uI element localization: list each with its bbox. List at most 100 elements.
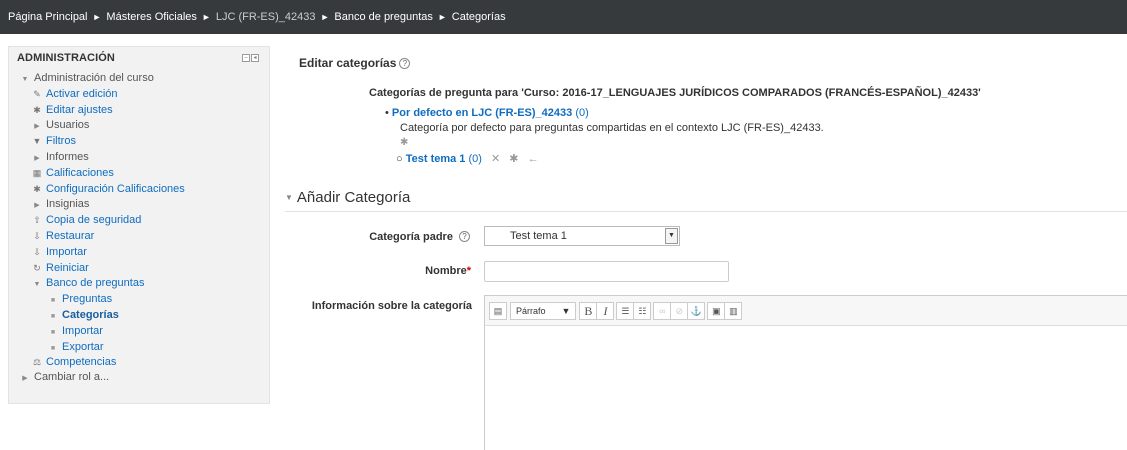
tree-item-categorias[interactable]: ■ Categorías xyxy=(9,308,269,324)
add-category-section[interactable]: ▼ Añadir Categoría xyxy=(285,189,410,206)
tree-item-calificaciones[interactable]: ▦ Calificaciones xyxy=(9,166,269,182)
page-title: Editar categorías? xyxy=(299,56,411,70)
default-category-count: (0) xyxy=(575,107,589,119)
table-icon: ▦ xyxy=(32,167,42,178)
caret-right-icon: ▶ xyxy=(34,202,40,210)
tree-item-exportar[interactable]: ■ Exportar xyxy=(9,340,269,356)
tree-item-insignias[interactable]: ▶ Insignias xyxy=(9,197,269,213)
toolbar-toggle-icon[interactable]: ▤ xyxy=(489,301,507,320)
list-group: ☰ ☷ xyxy=(616,301,652,320)
tree-item-activar-edicion[interactable]: ✎ Activar edición xyxy=(9,87,269,103)
delete-icon[interactable]: ✕ xyxy=(491,153,500,165)
administration-block: ADMINISTRACIÓN – ◂ ▼ Administración del c… xyxy=(8,46,270,404)
caret-down-icon: ▼ xyxy=(33,281,41,289)
bullet-icon: ■ xyxy=(50,312,56,320)
scale-icon: ⚖ xyxy=(32,357,42,368)
unlink-icon[interactable]: ⊘ xyxy=(670,301,689,320)
caret-right-icon: ▶ xyxy=(22,375,28,382)
gear-icon[interactable]: ✱ xyxy=(400,137,408,148)
tree-item-informes[interactable]: ▶ Informes xyxy=(9,150,269,166)
breadcrumb-masters[interactable]: Másteres Oficiales xyxy=(106,11,196,23)
tree-item-banco-preguntas[interactable]: ▼ Banco de preguntas xyxy=(9,276,269,292)
breadcrumb: Página Principal ► Másteres Oficiales ► … xyxy=(0,0,1127,34)
bullet-icon: ■ xyxy=(50,297,56,305)
bullet-icon: ■ xyxy=(50,344,56,352)
tree-item-restaurar[interactable]: ⇩ Restaurar xyxy=(9,229,269,245)
section-divider xyxy=(285,211,1127,212)
sub-category: ○ Test tema 1 (0) ✕ ✱ ← xyxy=(396,152,539,165)
sub-category-count: (0) xyxy=(468,153,482,165)
arrow-left-icon[interactable]: ← xyxy=(528,153,539,165)
bullet-icon: ■ xyxy=(50,328,56,336)
default-category: • Por defecto en LJC (FR-ES)_42433 (0) xyxy=(385,107,589,119)
tree-item-configuracion-calificaciones[interactable]: ✱ Configuración Calificaciones xyxy=(9,182,269,198)
link-icon[interactable]: ∞ xyxy=(653,301,672,320)
gear-icon: ✱ xyxy=(33,104,41,115)
link-group: ∞ ⊘ ⚓ xyxy=(653,301,706,320)
gear-icon: ✱ xyxy=(33,183,41,194)
tree-item-editar-ajustes[interactable]: ✱ Editar ajustes xyxy=(9,103,269,119)
bullet-icon: • xyxy=(385,107,389,119)
gear-icon[interactable]: ✱ xyxy=(509,153,518,165)
download-icon: ⇩ xyxy=(33,246,41,257)
caret-right-icon: ▶ xyxy=(34,154,40,162)
download-icon: ⇩ xyxy=(33,230,41,241)
block-title: ADMINISTRACIÓN xyxy=(17,52,115,64)
pencil-icon: ✎ xyxy=(33,88,41,99)
tree-item-cambiar-rol[interactable]: ▶ Cambiar rol a... xyxy=(19,371,109,383)
caret-down-icon: ▼ xyxy=(285,193,293,202)
breadcrumb-question-bank[interactable]: Banco de preguntas xyxy=(334,11,432,23)
category-heading: Categorías de pregunta para 'Curso: 2016… xyxy=(369,87,981,99)
help-icon[interactable]: ? xyxy=(459,231,470,242)
circle-bullet-icon: ○ xyxy=(396,153,403,165)
help-icon[interactable]: ? xyxy=(399,58,411,69)
anchor-icon[interactable]: ⚓ xyxy=(687,301,706,320)
dock-icon[interactable]: – xyxy=(242,54,250,62)
ordered-list-icon[interactable]: ☷ xyxy=(633,301,652,320)
breadcrumb-separator: ► xyxy=(437,12,447,22)
tree-item-reiniciar[interactable]: ↻ Reiniciar xyxy=(9,261,269,277)
media-icon[interactable]: ▥ xyxy=(724,301,743,320)
breadcrumb-course[interactable]: LJC (FR-ES)_42433 xyxy=(216,11,316,23)
name-input[interactable] xyxy=(484,261,729,282)
tree-item-copia-seguridad[interactable]: ⇧ Copia de seguridad xyxy=(9,213,269,229)
tree-item-preguntas[interactable]: ■ Preguntas xyxy=(9,292,269,308)
text-style-group: B I xyxy=(579,301,615,320)
filter-icon: ▼ xyxy=(32,136,42,147)
block-header: ADMINISTRACIÓN – ◂ xyxy=(9,47,269,71)
upload-icon: ⇧ xyxy=(33,215,41,226)
admin-tree: ▼ Administración del curso ✎ Activar edici… xyxy=(9,71,269,371)
chevron-down-icon: ▼ xyxy=(665,228,678,244)
info-editor[interactable]: ▤ Párrafo ▼ B I ☰ ☷ ∞ ⊘ ⚓ ▣ ▥ xyxy=(484,295,1127,450)
tree-item-filtros[interactable]: ▼ Filtros xyxy=(9,134,269,150)
breadcrumb-separator: ► xyxy=(92,12,102,22)
reset-icon: ↻ xyxy=(33,262,41,273)
parent-category-select[interactable]: Test tema 1 ▼ xyxy=(484,226,680,246)
tree-item-competencias[interactable]: ⚖ Competencias xyxy=(9,355,269,371)
default-category-description: Categoría por defecto para preguntas com… xyxy=(400,122,824,134)
block-controls: – ◂ xyxy=(242,54,259,62)
parent-category-label: Categoría padre ? xyxy=(360,231,470,243)
tree-item-usuarios[interactable]: ▶ Usuarios xyxy=(9,118,269,134)
info-label: Información sobre la categoría xyxy=(311,300,472,312)
required-mark: * xyxy=(466,265,471,277)
breadcrumb-separator: ► xyxy=(201,12,211,22)
unordered-list-icon[interactable]: ☰ xyxy=(616,301,635,320)
bold-icon[interactable]: B xyxy=(579,301,598,320)
tree-item-bank-importar[interactable]: ■ Importar xyxy=(9,324,269,340)
italic-icon[interactable]: I xyxy=(596,301,615,320)
breadcrumb-categories: Categorías xyxy=(451,11,506,23)
breadcrumb-home[interactable]: Página Principal xyxy=(8,11,88,23)
image-icon[interactable]: ▣ xyxy=(707,301,726,320)
tree-item-course-admin[interactable]: ▼ Administración del curso xyxy=(9,71,269,87)
caret-right-icon: ▶ xyxy=(34,123,40,131)
caret-down-icon: ▼ xyxy=(21,76,29,83)
collapse-icon[interactable]: ◂ xyxy=(251,54,259,62)
media-group: ▣ ▥ xyxy=(707,301,743,320)
sub-category-link[interactable]: Test tema 1 xyxy=(406,153,466,165)
name-label: Nombre* xyxy=(425,265,471,277)
tree-item-importar[interactable]: ⇩ Importar xyxy=(9,245,269,261)
chevron-down-icon: ▼ xyxy=(561,305,571,316)
format-select[interactable]: Párrafo ▼ xyxy=(510,301,577,320)
default-category-link[interactable]: Por defecto en LJC (FR-ES)_42433 xyxy=(392,107,572,119)
